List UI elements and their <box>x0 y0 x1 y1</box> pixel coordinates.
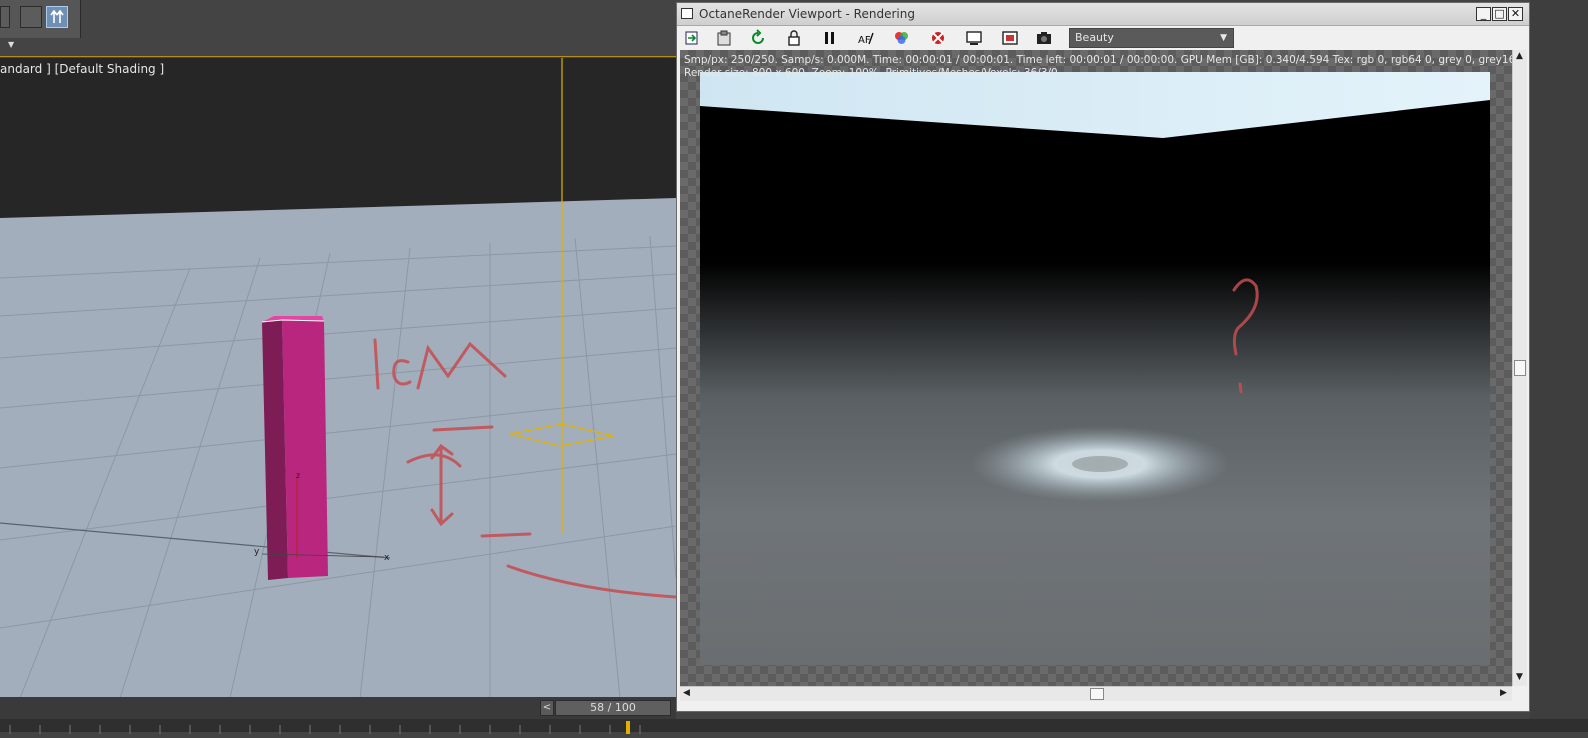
region-icon[interactable] <box>965 29 983 47</box>
render-stats-line1: Smp/px: 250/250. Samp/s: 0.000M. Time: 0… <box>684 54 1529 66</box>
timeline-prev-button[interactable]: < <box>540 700 554 716</box>
chevron-down-icon[interactable]: ▼ <box>8 40 20 50</box>
render-stats-line2: Render size: 800 x 600. Zoom: 100%. Prim… <box>684 67 1058 79</box>
pause-icon[interactable] <box>821 29 839 47</box>
minimize-button[interactable]: _ <box>1476 7 1491 21</box>
material-picker-icon[interactable] <box>929 29 947 47</box>
arrows-up-icon <box>50 9 64 23</box>
export-icon[interactable] <box>683 29 701 47</box>
max-active-tool-button[interactable] <box>46 6 68 28</box>
octane-viewport-window[interactable]: OctaneRender Viewport - Rendering _ □ ✕ … <box>676 2 1530 712</box>
focus-picker-icon[interactable]: AF <box>857 29 875 47</box>
lock-icon[interactable] <box>785 29 803 47</box>
scroll-right-icon[interactable]: ▶ <box>1497 687 1510 700</box>
color-picker-icon[interactable] <box>893 29 911 47</box>
timeline-ruler[interactable] <box>0 719 1588 734</box>
scroll-left-icon[interactable]: ◀ <box>680 687 693 700</box>
clipboard-icon[interactable] <box>715 29 733 47</box>
axis-x-label: x <box>384 553 390 563</box>
render-image[interactable] <box>700 72 1490 665</box>
render-pass-value: Beauty <box>1075 31 1114 44</box>
box-front <box>282 320 328 578</box>
frame-counter[interactable]: 58 / 100 <box>555 700 671 716</box>
film-region-icon[interactable] <box>1001 29 1019 47</box>
max-top-toolbar: ▼ <box>0 0 676 57</box>
axis-y-label: y <box>254 547 260 557</box>
close-button[interactable]: ✕ <box>1508 7 1523 21</box>
horizontal-scrollbar[interactable]: ◀ ▶ <box>680 686 1512 701</box>
title-bar[interactable]: OctaneRender Viewport - Rendering _ □ ✕ <box>677 3 1529 26</box>
app-icon <box>681 8 693 19</box>
svg-text:AF: AF <box>858 35 871 46</box>
command-panel-edge <box>1530 0 1588 719</box>
max-tool-button[interactable] <box>0 6 10 28</box>
render-canvas[interactable]: Smp/px: 250/250. Samp/s: 0.000M. Time: 0… <box>680 50 1529 686</box>
chevron-down-icon: ▼ <box>1220 33 1227 43</box>
restart-icon[interactable] <box>749 29 767 47</box>
render-toolbar: AF Beauty ▼ <box>677 26 1529 50</box>
scroll-down-icon[interactable]: ▼ <box>1513 671 1526 684</box>
window-title: OctaneRender Viewport - Rendering <box>699 7 915 21</box>
axis-z-label: z <box>296 471 300 480</box>
maximize-button[interactable]: □ <box>1492 7 1507 21</box>
max-toolbar-group <box>0 0 81 38</box>
max-tool-button[interactable] <box>20 6 42 28</box>
vertical-scrollbar[interactable]: ▲ ▼ <box>1512 50 1527 686</box>
viewport-scene[interactable]: z y x <box>0 58 676 698</box>
camera-icon[interactable] <box>1035 29 1053 47</box>
horizontal-scroll-thumb[interactable] <box>1090 688 1104 700</box>
timeline-marker <box>626 721 630 734</box>
scroll-up-icon[interactable]: ▲ <box>1513 50 1526 63</box>
vertical-scroll-thumb[interactable] <box>1514 360 1526 376</box>
render-pass-select[interactable]: Beauty ▼ <box>1069 28 1234 48</box>
